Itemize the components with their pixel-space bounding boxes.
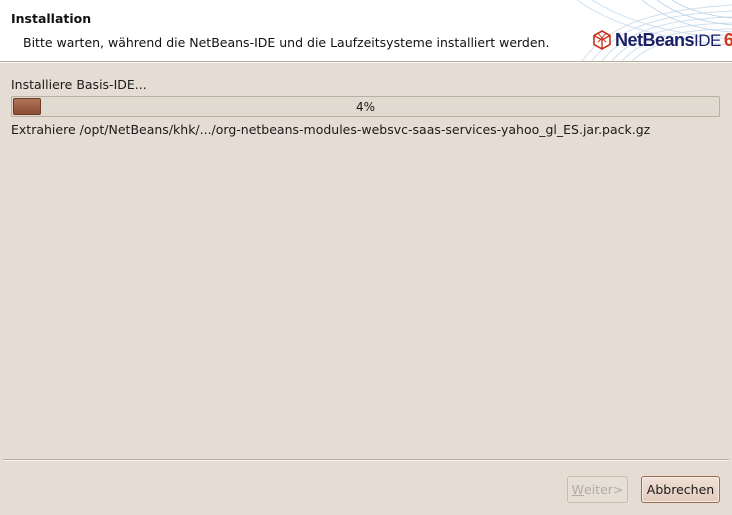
- extract-detail-label: Extrahiere /opt/NetBeans/khk/.../org-net…: [11, 122, 651, 137]
- netbeans-logo: NetBeansIDE6.8: [592, 28, 732, 52]
- logo-product-text: IDE: [694, 30, 721, 50]
- next-button[interactable]: Weiter>: [567, 476, 628, 503]
- next-button-label: eiter>: [584, 482, 624, 497]
- logo-brand-text: NetBeans: [615, 29, 695, 50]
- install-status-label: Installiere Basis-IDE...: [11, 77, 147, 92]
- logo-version-text: 6.8: [723, 29, 732, 50]
- netbeans-cube-icon: [593, 30, 611, 50]
- page-title: Installation: [11, 11, 92, 26]
- installer-window: Installation Bitte warten, während die N…: [0, 0, 732, 515]
- cancel-button[interactable]: Abbrechen: [641, 476, 720, 503]
- install-progress-bar: 4%: [11, 96, 720, 117]
- header-separator: [0, 61, 732, 63]
- next-button-mnemonic: W: [571, 482, 584, 497]
- footer-separator: [3, 459, 729, 461]
- page-subtitle: Bitte warten, während die NetBeans-IDE u…: [23, 35, 550, 50]
- progress-percent-label: 4%: [355, 99, 376, 114]
- header-panel: Installation Bitte warten, während die N…: [0, 0, 732, 61]
